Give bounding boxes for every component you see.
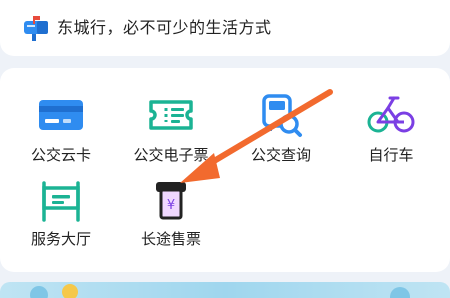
service-label: 公交查询	[250, 146, 311, 164]
slogan-card: 东城行，必不可少的生活方式	[0, 0, 450, 56]
bus-search-icon	[262, 94, 302, 137]
service-label: 公交电子票	[133, 146, 209, 164]
service-bus-cloud-card[interactable]: 公交云卡	[6, 92, 116, 172]
service-label: 服务大厅	[30, 230, 91, 248]
service-bus-e-ticket[interactable]: 公交电子票	[116, 92, 226, 172]
banner-decoration	[62, 284, 78, 298]
service-hall-icon	[42, 181, 80, 222]
service-label: 长途售票	[140, 230, 201, 248]
bicycle-icon	[367, 96, 415, 133]
banner-decoration	[390, 287, 410, 298]
service-hall[interactable]: 服务大厅	[6, 176, 116, 256]
banner-decoration	[30, 286, 48, 298]
slogan-text: 东城行，必不可少的生活方式	[57, 18, 272, 37]
e-ticket-icon	[149, 100, 193, 130]
promo-banner[interactable]	[0, 282, 450, 298]
service-label: 公交云卡	[30, 146, 91, 164]
service-bus-search[interactable]: 公交查询	[226, 92, 336, 172]
svg-text:¥: ¥	[167, 198, 175, 213]
mailbox-icon	[24, 16, 48, 41]
bus-card-icon	[39, 100, 83, 130]
service-label: 自行车	[368, 146, 414, 164]
services-card: 公交云卡 公交电子票 公交查询 自行车 服务大厅 ¥ 长途售票	[0, 68, 450, 272]
service-bicycle[interactable]: 自行车	[336, 92, 446, 172]
ticket-machine-icon: ¥	[156, 182, 186, 220]
service-long-distance-ticket[interactable]: ¥ 长途售票	[116, 176, 226, 256]
